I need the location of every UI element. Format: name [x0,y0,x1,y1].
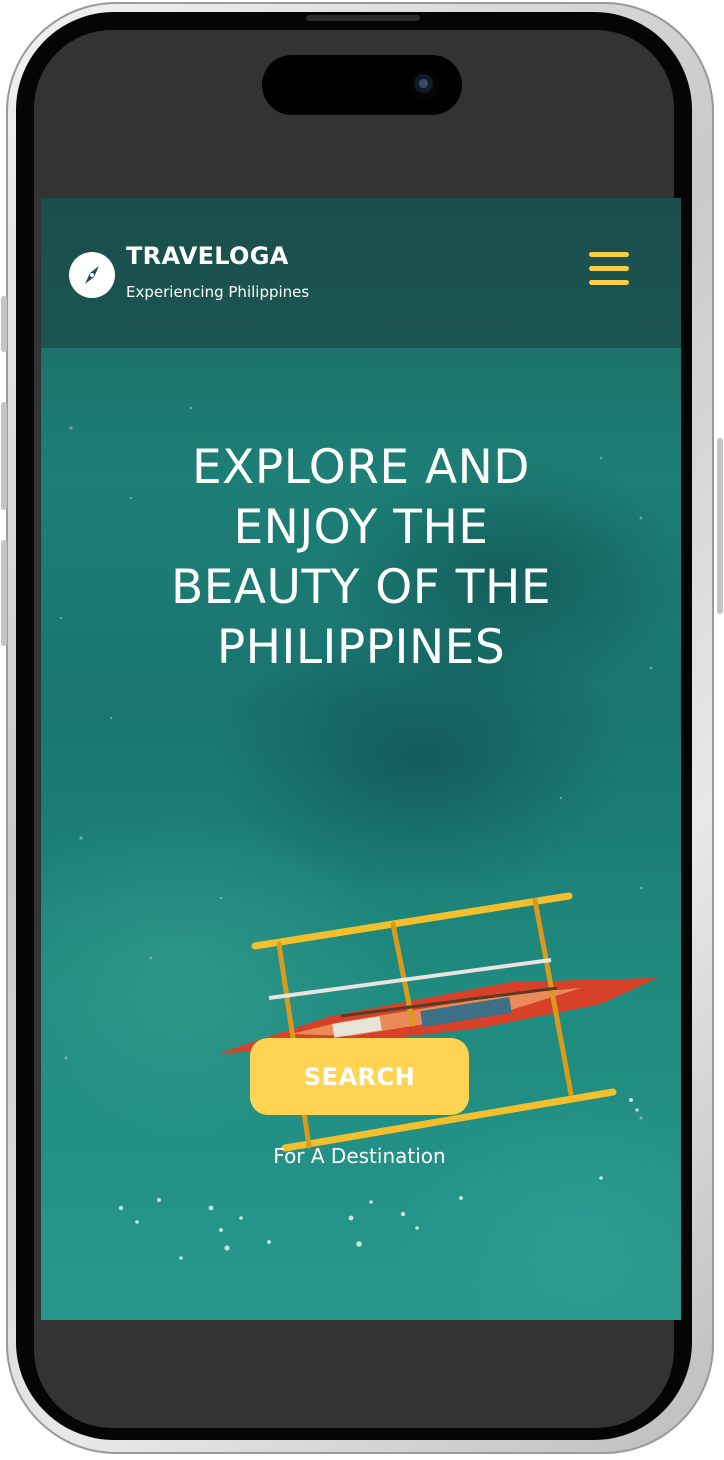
volume-down-button [1,540,7,646]
compass-icon [85,266,99,284]
camera-icon [410,70,440,100]
brand-name[interactable]: TRAVELOGA [126,242,289,270]
action-button [1,296,7,352]
hero-section: TRAVELOGA Experiencing Philippines EXPLO… [41,198,681,1320]
earpiece-speaker [306,15,420,21]
hamburger-menu-icon[interactable] [589,252,631,288]
site-header: TRAVELOGA Experiencing Philippines [41,198,681,348]
logo[interactable] [69,252,115,298]
search-caption: For A Destination [273,1144,446,1168]
volume-up-button [1,402,7,510]
search-button[interactable]: SEARCH [250,1038,469,1115]
outrigger-float-top [251,892,573,950]
hero-title: EXPLORE AND ENJOY THE BEAUTY OF THE PHIL… [170,440,552,675]
brand-tagline: Experiencing Philippines [126,283,310,301]
power-button [717,438,723,614]
